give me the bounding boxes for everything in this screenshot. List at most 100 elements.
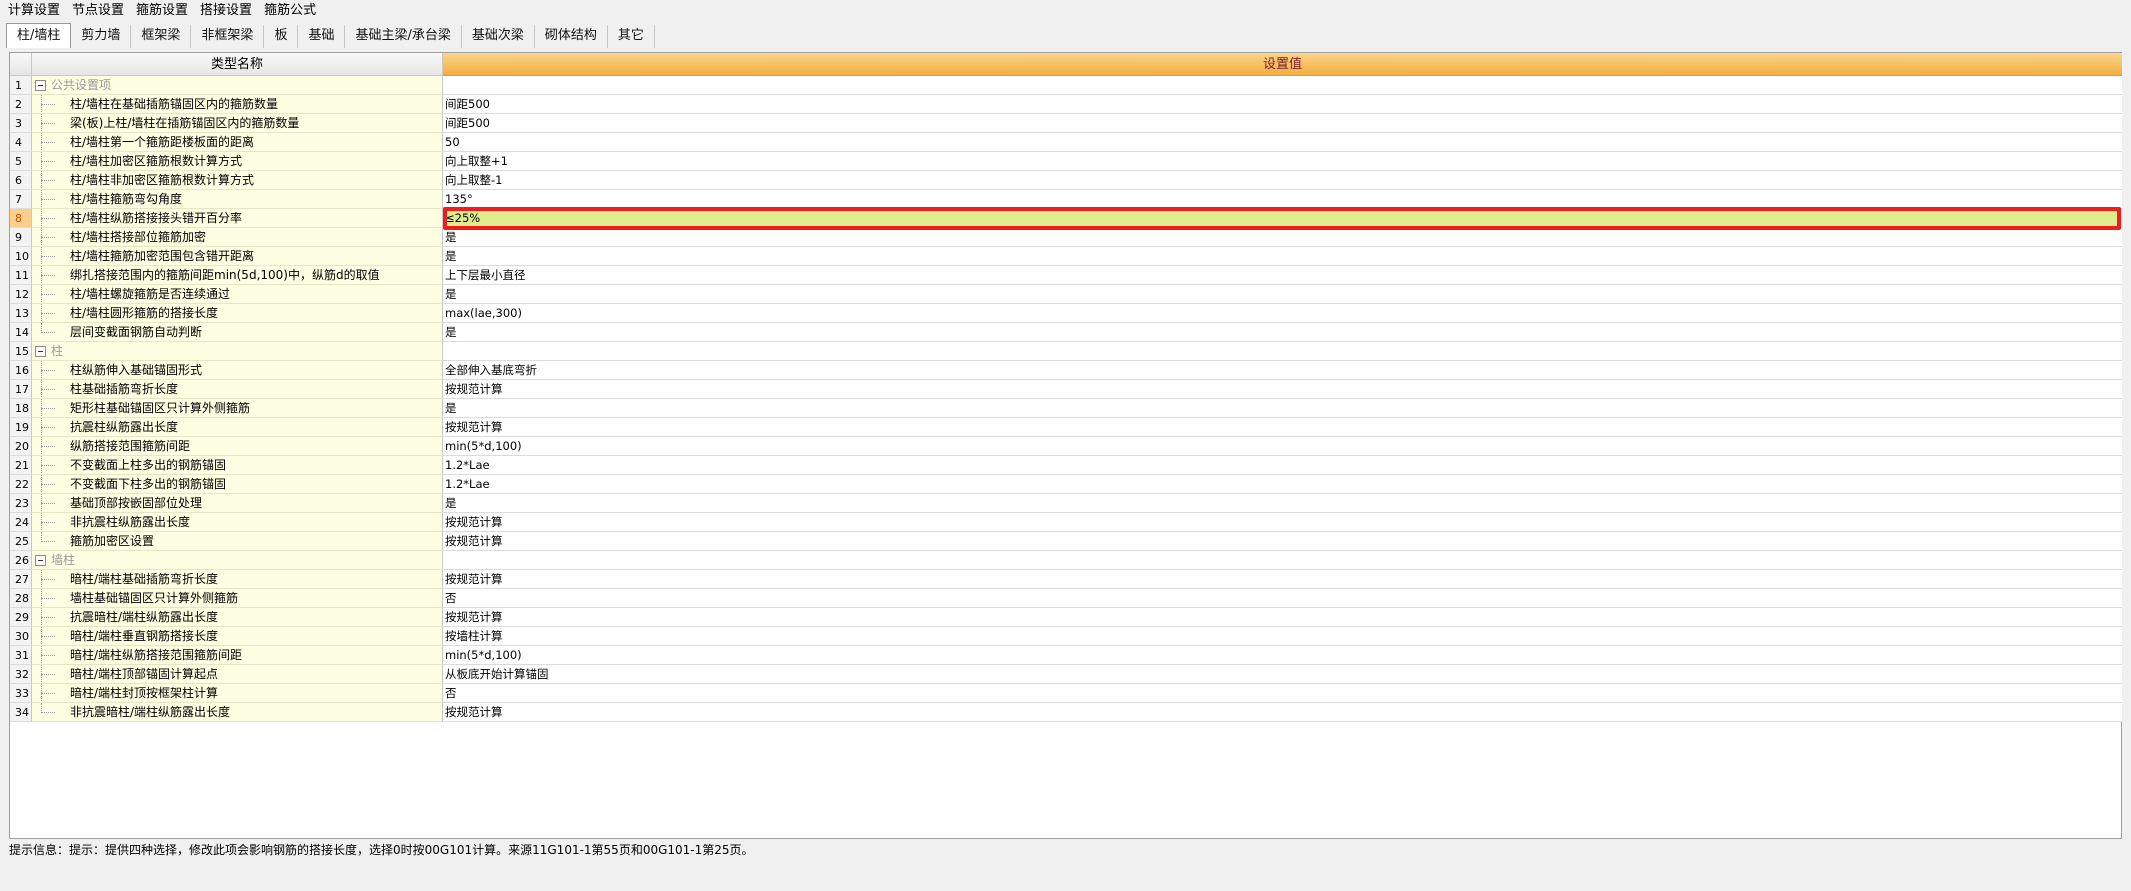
setting-value-cell[interactable]: 是	[443, 494, 2122, 513]
setting-value-cell[interactable]: 是	[443, 285, 2122, 304]
status-hint-text: 提示信息：提示：提供四种选择，修改此项会影响钢筋的搭接长度，选择0时按00G10…	[9, 843, 754, 857]
setting-value-cell[interactable]: 按规范计算	[443, 532, 2122, 551]
menu-item-5[interactable]: 箍筋公式	[264, 0, 316, 22]
table-row[interactable]: 8 柱/墙柱纵筋搭接接头错开百分率 ≤25%	[10, 207, 2122, 230]
table-row[interactable]: 24 非抗震柱纵筋露出长度 按规范计算	[10, 513, 2122, 532]
menu-item-1[interactable]: 计算设置	[8, 0, 60, 22]
setting-value-cell[interactable]: 向上取整-1	[443, 171, 2122, 190]
setting-value-cell[interactable]: min(5*d,100)	[443, 437, 2122, 456]
table-row[interactable]: 25 箍筋加密区设置 按规范计算	[10, 532, 2122, 551]
setting-value-cell[interactable]	[443, 551, 2122, 570]
grid-header-type-name[interactable]: 类型名称	[32, 53, 443, 76]
tab-1[interactable]: 柱/墙柱	[6, 23, 72, 48]
tab-5[interactable]: 板	[264, 25, 299, 48]
grid-rows: 1 公共设置项 2 柱/墙柱在基础插筋锚固区内的箍筋数量 间距500 3 梁(板)上柱/墙柱…	[10, 76, 2122, 722]
setting-value-cell[interactable]: 是	[443, 228, 2122, 247]
table-row[interactable]: 13 柱/墙柱圆形箍筋的搭接长度 max(lae,300)	[10, 304, 2122, 323]
setting-value-cell[interactable]: 1.2*Lae	[443, 475, 2122, 494]
table-row[interactable]: 18 矩形柱基础锚固区只计算外侧箍筋 是	[10, 399, 2122, 418]
table-row[interactable]: 32 暗柱/端柱顶部锚固计算起点 从板底开始计算锚固	[10, 665, 2122, 684]
table-row[interactable]: 12 柱/墙柱螺旋箍筋是否连续通过 是	[10, 285, 2122, 304]
tab-7[interactable]: 基础主梁/承台梁	[345, 25, 462, 48]
table-row[interactable]: 5 柱/墙柱加密区箍筋根数计算方式 向上取整+1	[10, 152, 2122, 171]
table-row[interactable]: 9 柱/墙柱搭接部位箍筋加密 是	[10, 228, 2122, 247]
table-row[interactable]: 28 墙柱基础锚固区只计算外侧箍筋 否	[10, 589, 2122, 608]
setting-value-cell[interactable]: 从板底开始计算锚固	[443, 665, 2122, 684]
table-row[interactable]: 16 柱纵筋伸入基础锚固形式 全部伸入基底弯折	[10, 361, 2122, 380]
tab-10[interactable]: 其它	[608, 25, 655, 48]
menu-item-3[interactable]: 箍筋设置	[136, 0, 188, 22]
collapse-icon[interactable]	[35, 80, 46, 91]
setting-label: 柱/墙柱箍筋弯勾角度	[70, 192, 183, 206]
tab-8[interactable]: 基础次梁	[462, 25, 535, 48]
type-name-cell: 梁(板)上柱/墙柱在插筋锚固区内的箍筋数量	[32, 114, 443, 133]
tree-branch-icon	[41, 104, 55, 105]
table-row[interactable]: 7 柱/墙柱箍筋弯勾角度 135°	[10, 190, 2122, 209]
table-row[interactable]: 22 不变截面下柱多出的钢筋锚固 1.2*Lae	[10, 475, 2122, 494]
table-row[interactable]: 11 绑扎搭接范围内的箍筋间距min(5d,100)中，纵筋d的取值 上下层最小直径	[10, 266, 2122, 285]
setting-value-cell[interactable]: max(lae,300)	[443, 304, 2122, 323]
collapse-icon[interactable]	[35, 555, 46, 566]
group-row[interactable]: 15 柱	[10, 342, 2122, 361]
tab-6[interactable]: 基础	[298, 25, 346, 48]
grid-header-setting-value[interactable]: 设置值	[443, 53, 2122, 76]
setting-value-cell[interactable]	[443, 76, 2122, 95]
type-name-cell: 抗震暗柱/端柱纵筋露出长度	[32, 608, 443, 627]
tab-4[interactable]: 非框架梁	[191, 25, 265, 48]
setting-value-cell[interactable]: 是	[443, 399, 2122, 418]
setting-value-cell[interactable]: 向上取整+1	[443, 152, 2122, 171]
tab-2[interactable]: 剪力墙	[71, 25, 132, 48]
row-number: 28	[10, 589, 32, 608]
table-row[interactable]: 20 纵筋搭接范围箍筋间距 min(5*d,100)	[10, 437, 2122, 456]
setting-value-cell[interactable]: 上下层最小直径	[443, 266, 2122, 285]
group-row[interactable]: 26 墙柱	[10, 551, 2122, 570]
table-row[interactable]: 34 非抗震暗柱/端柱纵筋露出长度 按规范计算	[10, 703, 2122, 722]
setting-value-cell[interactable]: 否	[443, 684, 2122, 703]
setting-value-cell[interactable]: 全部伸入基底弯折	[443, 361, 2122, 380]
setting-value-cell[interactable]: 按规范计算	[443, 703, 2122, 722]
table-row[interactable]: 27 暗柱/端柱基础插筋弯折长度 按规范计算	[10, 570, 2122, 589]
tab-3[interactable]: 框架梁	[131, 25, 192, 48]
setting-value-cell[interactable]: 按规范计算	[443, 513, 2122, 532]
setting-value-cell[interactable]: ≤25%	[443, 209, 2122, 228]
table-row[interactable]: 6 柱/墙柱非加密区箍筋根数计算方式 向上取整-1	[10, 171, 2122, 190]
table-row[interactable]: 23 基础顶部按嵌固部位处理 是	[10, 494, 2122, 513]
setting-value-cell[interactable]: 按规范计算	[443, 570, 2122, 589]
table-row[interactable]: 33 暗柱/端柱封顶按框架柱计算 否	[10, 684, 2122, 703]
setting-value-cell[interactable]: 按规范计算	[443, 418, 2122, 437]
setting-value-cell[interactable]: 1.2*Lae	[443, 456, 2122, 475]
settings-grid: 类型名称 设置值 1 公共设置项 2 柱/墙柱在基础插筋锚固区内的箍筋数量 间距500 3…	[9, 52, 2122, 839]
setting-value-cell[interactable]: 否	[443, 589, 2122, 608]
setting-value-cell[interactable]: 间距500	[443, 114, 2122, 133]
table-row[interactable]: 2 柱/墙柱在基础插筋锚固区内的箍筋数量 间距500	[10, 95, 2122, 114]
table-row[interactable]: 17 柱基础插筋弯折长度 按规范计算	[10, 380, 2122, 399]
setting-value-cell[interactable]: 按规范计算	[443, 608, 2122, 627]
table-row[interactable]: 31 暗柱/端柱纵筋搭接范围箍筋间距 min(5*d,100)	[10, 646, 2122, 665]
setting-value-cell[interactable]: min(5*d,100)	[443, 646, 2122, 665]
table-row[interactable]: 3 梁(板)上柱/墙柱在插筋锚固区内的箍筋数量 间距500	[10, 114, 2122, 133]
setting-value-cell[interactable]	[443, 342, 2122, 361]
setting-value-cell[interactable]: 按规范计算	[443, 380, 2122, 399]
setting-value-cell[interactable]: 按墙柱计算	[443, 627, 2122, 646]
table-row[interactable]: 19 抗震柱纵筋露出长度 按规范计算	[10, 418, 2122, 437]
table-row[interactable]: 30 暗柱/端柱垂直钢筋搭接长度 按墙柱计算	[10, 627, 2122, 646]
collapse-icon[interactable]	[35, 346, 46, 357]
table-row[interactable]: 29 抗震暗柱/端柱纵筋露出长度 按规范计算	[10, 608, 2122, 627]
row-number: 21	[10, 456, 32, 475]
setting-value-cell[interactable]: 50	[443, 133, 2122, 152]
group-row[interactable]: 1 公共设置项	[10, 76, 2122, 95]
tab-9[interactable]: 砌体结构	[535, 25, 608, 48]
tree-branch-icon	[41, 617, 55, 618]
table-row[interactable]: 14 层间变截面钢筋自动判断 是	[10, 323, 2122, 342]
row-number: 1	[10, 76, 32, 95]
setting-value-cell[interactable]: 135°	[443, 190, 2122, 209]
menu-item-4[interactable]: 搭接设置	[200, 0, 252, 22]
table-row[interactable]: 10 柱/墙柱箍筋加密范围包含错开距离 是	[10, 247, 2122, 266]
menu-item-2[interactable]: 节点设置	[72, 0, 124, 22]
setting-value-cell[interactable]: 是	[443, 247, 2122, 266]
table-row[interactable]: 4 柱/墙柱第一个箍筋距楼板面的距离 50	[10, 133, 2122, 152]
type-name-cell: 暗柱/端柱基础插筋弯折长度	[32, 570, 443, 589]
setting-value-cell[interactable]: 间距500	[443, 95, 2122, 114]
table-row[interactable]: 21 不变截面上柱多出的钢筋锚固 1.2*Lae	[10, 456, 2122, 475]
setting-value-cell[interactable]: 是	[443, 323, 2122, 342]
